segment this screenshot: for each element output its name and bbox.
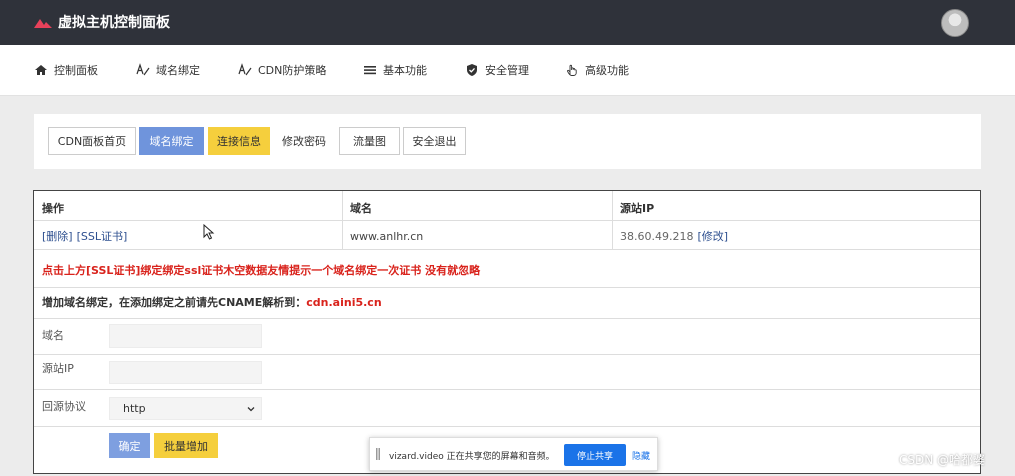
domain-value: www.anlhr.cn: [350, 229, 424, 243]
toolbar-panel: CDN面板首页 域名绑定 连接信息 修改密码 流量图 安全退出: [34, 114, 981, 169]
chevron-down-icon: [247, 407, 255, 412]
domain-table: 操作 域名 源站IP [删除] [SSL证书] www.anlhr.cn 38.…: [33, 190, 981, 474]
row-divider: [34, 389, 980, 390]
domain-binding-button[interactable]: 域名绑定: [139, 127, 204, 155]
nav-item-domain-binding[interactable]: 域名绑定: [136, 45, 200, 95]
confirm-button[interactable]: 确定: [109, 433, 150, 458]
share-status-text: vizard.video 正在共享您的屏幕和音频。: [389, 451, 555, 462]
drag-handle-icon[interactable]: [376, 448, 380, 460]
domain-input[interactable]: [109, 324, 262, 348]
mountain-logo-icon: [34, 19, 52, 28]
traffic-chart-button[interactable]: 流量图: [339, 127, 400, 155]
nav-label: 基本功能: [383, 64, 427, 77]
cdn-home-button[interactable]: CDN面板首页: [48, 127, 136, 155]
nav-item-advanced[interactable]: 高级功能: [565, 45, 629, 95]
row-divider: [34, 249, 980, 250]
source-ip-input[interactable]: [109, 361, 262, 384]
stop-sharing-button[interactable]: 停止共享: [564, 444, 626, 466]
header-action: 操作: [42, 202, 64, 215]
domain-field-label: 域名: [42, 329, 64, 342]
source-ip-cell: 38.60.49.218 [修改]: [620, 225, 728, 247]
batch-add-button[interactable]: 批量增加: [154, 433, 218, 458]
ssl-notice-part2: 木空数据友情提示一个域名绑定一次证书 没有就忽略: [223, 264, 481, 277]
csdn-watermark: CSDN @哈都婆: [899, 453, 986, 467]
mouse-cursor-icon: [203, 224, 215, 240]
ssl-notice-part1: 点击上方[SSL证书]绑定绑定ssl证书: [42, 264, 224, 277]
text-a-icon: [136, 63, 150, 76]
shield-icon: [467, 64, 477, 76]
home-icon: [35, 65, 47, 75]
screen-share-bar: vizard.video 正在共享您的屏幕和音频。 停止共享 隐藏: [369, 437, 658, 471]
row-divider: [34, 287, 980, 288]
modify-link[interactable]: [修改]: [697, 228, 728, 244]
row-divider: [34, 426, 980, 427]
ssl-notice: 点击上方[SSL证书]绑定绑定ssl证书 木空数据友情提示一个域名绑定一次证书 …: [42, 259, 480, 281]
nav-item-basic-functions[interactable]: 基本功能: [363, 45, 427, 95]
nav-item-security[interactable]: 安全管理: [465, 45, 529, 95]
nav-label: CDN防护策略: [258, 64, 327, 77]
connection-info-button[interactable]: 连接信息: [208, 127, 270, 155]
brand[interactable]: 虚拟主机控制面板: [34, 12, 170, 32]
protocol-selected-value: http: [123, 402, 146, 415]
nav-item-cdn-strategy[interactable]: CDN防护策略: [238, 45, 326, 95]
hide-share-bar-button[interactable]: 隐藏: [632, 438, 650, 472]
protocol-select[interactable]: http: [109, 397, 262, 420]
nav-label: 控制面板: [54, 64, 98, 77]
cname-target: cdn.aini5.cn: [306, 295, 382, 309]
list-icon: [364, 66, 376, 75]
nav-label: 安全管理: [485, 64, 529, 77]
row-divider: [34, 318, 980, 319]
top-bar: 虚拟主机控制面板: [0, 0, 1015, 45]
hand-pointer-icon: [567, 64, 577, 76]
table-row-actions: [删除] [SSL证书]: [42, 225, 127, 247]
header-domain: 域名: [350, 202, 372, 215]
nav-label: 高级功能: [585, 64, 629, 77]
main-nav: 控制面板 域名绑定 CDN防护策略 基本功能 安全管理 高级功能: [0, 45, 1015, 96]
cname-notice: 增加域名绑定，在添加绑定之前请先CNAME解析到： cdn.aini5.cn: [42, 291, 382, 313]
row-divider: [34, 354, 980, 355]
text-a-icon: [238, 63, 252, 76]
app-title: 虚拟主机控制面板: [58, 15, 170, 31]
row-divider: [34, 220, 980, 221]
nav-label: 域名绑定: [156, 64, 200, 77]
change-password-button[interactable]: 修改密码: [274, 127, 334, 155]
nav-item-dashboard[interactable]: 控制面板: [34, 45, 98, 95]
ssl-cert-link[interactable]: [SSL证书]: [77, 228, 128, 244]
delete-link[interactable]: [删除]: [42, 228, 73, 244]
logout-button[interactable]: 安全退出: [403, 127, 466, 155]
cname-text: 增加域名绑定，在添加绑定之前请先CNAME解析到：: [42, 296, 307, 309]
source-ip-field-label: 源站IP: [42, 362, 74, 375]
user-avatar[interactable]: [941, 9, 969, 37]
protocol-field-label: 回源协议: [42, 400, 86, 413]
source-ip-value: 38.60.49.218: [620, 229, 694, 243]
header-source-ip: 源站IP: [620, 202, 655, 215]
